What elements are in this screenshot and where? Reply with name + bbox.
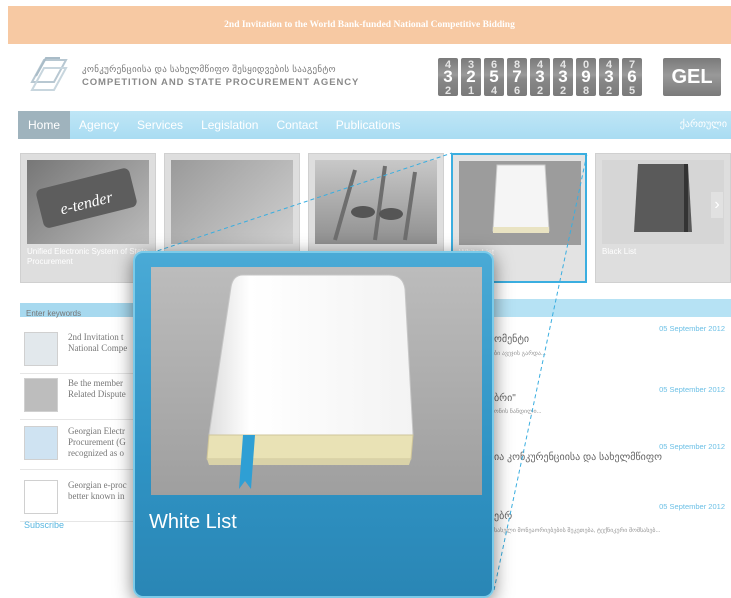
e-tender-image: e-tender <box>27 160 149 244</box>
news-thumbnail <box>24 332 58 366</box>
right-header-bar <box>494 299 731 317</box>
news-thumbnail <box>24 378 58 412</box>
search-box <box>20 303 146 321</box>
nav-publications[interactable]: Publications <box>327 111 410 139</box>
news-excerpt: ბი ავეჯის გარდა... <box>494 351 546 357</box>
news-excerpt: ონის ნანდილი... <box>494 409 542 415</box>
list-item[interactable]: Georgian e-proc better known in <box>20 472 146 522</box>
nav-agency[interactable]: Agency <box>70 111 128 139</box>
counter-digit: 098 <box>576 58 596 96</box>
counter-digit: 765 <box>622 58 642 96</box>
list-item[interactable]: Georgian Electr Procurement (G recognized … <box>20 418 146 470</box>
zoom-image <box>151 267 482 495</box>
counter-digit: 321 <box>461 58 481 96</box>
slider-card-black-list[interactable]: Black List <box>595 153 731 283</box>
news-date: 05 September 2012 <box>659 502 725 511</box>
agency-logo-icon[interactable] <box>26 52 72 98</box>
currency-badge: GEL <box>663 58 721 96</box>
nav-legislation[interactable]: Legislation <box>192 111 267 139</box>
search-input[interactable] <box>20 306 146 321</box>
news-date: 05 September 2012 <box>659 385 725 394</box>
deer-image <box>315 160 437 244</box>
zoom-preview-popup[interactable]: White List <box>133 251 494 598</box>
slider-next-button[interactable]: › <box>711 192 723 218</box>
top-banner[interactable]: 2nd Invitation to the World Bank-funded … <box>8 6 731 44</box>
language-switch[interactable]: ქართული <box>680 119 727 130</box>
news-title[interactable]: ია კონკურენციისა და სახელმწიფო <box>494 452 662 463</box>
nav-home[interactable]: Home <box>18 111 71 139</box>
zoom-caption: White List <box>149 511 237 533</box>
news-title[interactable]: ებრ <box>494 511 512 522</box>
tender-counter: 432 321 654 876 432 432 098 432 765 <box>438 58 642 96</box>
main-nav: Home Agency Services Legislation Contact… <box>18 111 731 139</box>
news-thumbnail <box>24 480 58 514</box>
counter-digit: 432 <box>438 58 458 96</box>
nav-contact[interactable]: Contact <box>267 111 326 139</box>
news-title[interactable]: ომენტი <box>494 334 529 345</box>
counter-digit: 432 <box>530 58 550 96</box>
banner-link[interactable]: 2nd Invitation to the World Bank-funded … <box>224 20 515 30</box>
blueprint-image <box>171 160 293 244</box>
counter-digit: 876 <box>507 58 527 96</box>
agency-name-en: COMPETITION AND STATE PROCUREMENT AGENCY <box>82 77 360 88</box>
news-date: 05 September 2012 <box>659 442 725 451</box>
counter-digit: 654 <box>484 58 504 96</box>
card-caption: Black List <box>602 247 637 256</box>
agency-name-ka: კონკურენციისა და სახელმწიფო შესყიდვების … <box>82 64 336 74</box>
subscribe-link[interactable]: Subscribe <box>24 520 64 530</box>
news-title[interactable]: ბრი" <box>494 393 516 404</box>
news-date: 05 September 2012 <box>659 324 725 333</box>
news-excerpt: სახელი მონეაორიებების შეკეთება, ტექნიკურ… <box>494 528 661 534</box>
news-thumbnail <box>24 426 58 460</box>
counter-digit: 432 <box>553 58 573 96</box>
list-item[interactable]: 2nd Invitation t National Compe <box>20 324 146 374</box>
list-item[interactable]: Be the member Related Dispute <box>20 370 146 420</box>
white-notebook-image <box>459 161 581 245</box>
nav-services[interactable]: Services <box>128 111 192 139</box>
counter-digit: 432 <box>599 58 619 96</box>
black-notebook-image <box>602 160 724 244</box>
